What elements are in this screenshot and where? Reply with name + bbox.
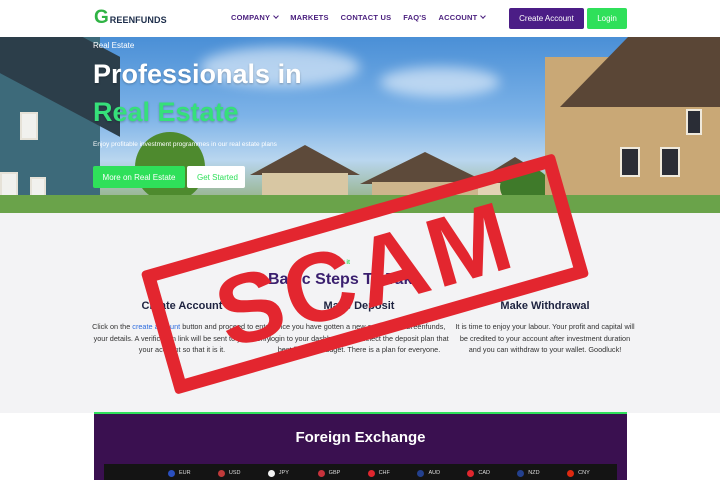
top-navbar: G REENFUNDS COMPANY MARKETS CONTACT US F… — [0, 0, 720, 37]
hero-banner: Real Estate Professionals in Real Estate… — [0, 37, 720, 213]
currency-code: AUD — [428, 470, 441, 476]
step-text: It is time to enjoy your labour. Your pr… — [455, 322, 635, 354]
currency-code: NZD — [528, 470, 540, 476]
flag-icon — [217, 469, 225, 477]
logo-text: REENFUNDS — [109, 15, 167, 25]
house-roof-decoration — [360, 152, 490, 184]
flag-icon — [267, 469, 275, 477]
hero-tag: Real Estate — [93, 41, 135, 50]
currency-item: AUD — [417, 469, 467, 477]
currency-code: JPY — [278, 470, 289, 476]
get-started-button[interactable]: Get Started — [187, 166, 245, 188]
forex-section: Foreign Exchange EUR USD JPY GBP CHF AUD CAD NZ… — [94, 412, 627, 480]
hero-subtitle: Enjoy profitable investment programmes i… — [93, 141, 277, 148]
step-make-withdrawal: Make Withdrawal It is time to enjoy your… — [455, 300, 635, 356]
chevron-down-icon — [273, 13, 280, 19]
step-title: Create Account — [141, 300, 223, 312]
menu-company-label: COMPANY — [231, 13, 271, 22]
flag-icon — [517, 469, 525, 477]
steps-title: Basic Steps To Take — [268, 271, 422, 288]
create-account-link[interactable]: create account — [132, 322, 180, 331]
forex-currency-bar: EUR USD JPY GBP CHF AUD CAD NZD CNY — [104, 464, 617, 480]
step-make-deposit: Make Deposit Once you have gotten a new … — [269, 300, 449, 356]
window-decoration — [620, 147, 640, 177]
step-title: Make Deposit — [323, 300, 395, 312]
menu-faqs-label: FAQ'S — [403, 13, 427, 22]
currency-item: CNY — [567, 469, 617, 477]
currency-item: EUR — [168, 469, 218, 477]
window-decoration — [20, 112, 38, 140]
currency-code: CNY — [578, 470, 590, 476]
step-title: Make Withdrawal — [500, 300, 590, 312]
chevron-down-icon — [480, 13, 487, 19]
main-menu: COMPANY MARKETS CONTACT US FAQ'S ACCOUNT — [231, 13, 497, 22]
currency-item: JPY — [267, 469, 318, 477]
logo-initial: G — [94, 7, 109, 28]
currency-code: CAD — [478, 470, 490, 476]
step-text: Once you have gotten a new account on Gr… — [269, 322, 449, 354]
steps-section: How it Basic Steps To Take Create Accoun… — [0, 213, 720, 413]
hero-title-line2: Real Estate — [93, 97, 239, 127]
more-real-estate-button[interactable]: More on Real Estate — [93, 166, 185, 188]
steps-kicker: How it — [332, 260, 350, 266]
forex-title: Foreign Exchange — [295, 429, 426, 446]
step-text: Click on the create account button and p… — [92, 321, 272, 356]
flag-icon — [168, 469, 175, 477]
menu-markets-label: MARKETS — [290, 13, 329, 22]
currency-code: CHF — [378, 470, 390, 476]
menu-account-label: ACCOUNT — [438, 13, 478, 22]
step-create-account: Create Account Click on the create accou… — [92, 300, 272, 356]
login-button[interactable]: Login — [587, 8, 627, 29]
flag-icon — [467, 469, 475, 477]
create-account-button[interactable]: Create Account — [509, 8, 584, 29]
menu-markets[interactable]: MARKETS — [290, 13, 328, 22]
cloud-decoration — [380, 67, 500, 97]
step-text-part: Click on the — [92, 322, 133, 331]
currency-item: CHF — [367, 469, 418, 477]
currency-item: NZD — [517, 469, 567, 477]
window-decoration — [660, 147, 680, 177]
currency-item: CAD — [467, 469, 517, 477]
lawn-decoration — [0, 195, 720, 213]
currency-code: GBP — [328, 470, 341, 476]
currency-code: EUR — [179, 470, 191, 476]
greenfunds-logo[interactable]: G REENFUNDS — [94, 7, 167, 28]
flag-icon — [417, 469, 425, 477]
flag-icon — [367, 469, 375, 477]
currency-item: USD — [217, 469, 268, 477]
flag-icon — [567, 469, 575, 477]
hero-title-line1: Professionals in — [93, 59, 302, 89]
menu-contact[interactable]: CONTACT US — [341, 13, 392, 22]
currency-code: USD — [228, 470, 241, 476]
house-roof-decoration — [250, 145, 360, 175]
flag-icon — [317, 469, 325, 477]
menu-account[interactable]: ACCOUNT — [438, 13, 487, 22]
menu-company[interactable]: COMPANY — [231, 13, 280, 22]
menu-faqs[interactable]: FAQ'S — [403, 13, 426, 22]
menu-contact-label: CONTACT US — [340, 13, 392, 22]
currency-item: GBP — [317, 469, 368, 477]
window-decoration — [686, 109, 702, 135]
